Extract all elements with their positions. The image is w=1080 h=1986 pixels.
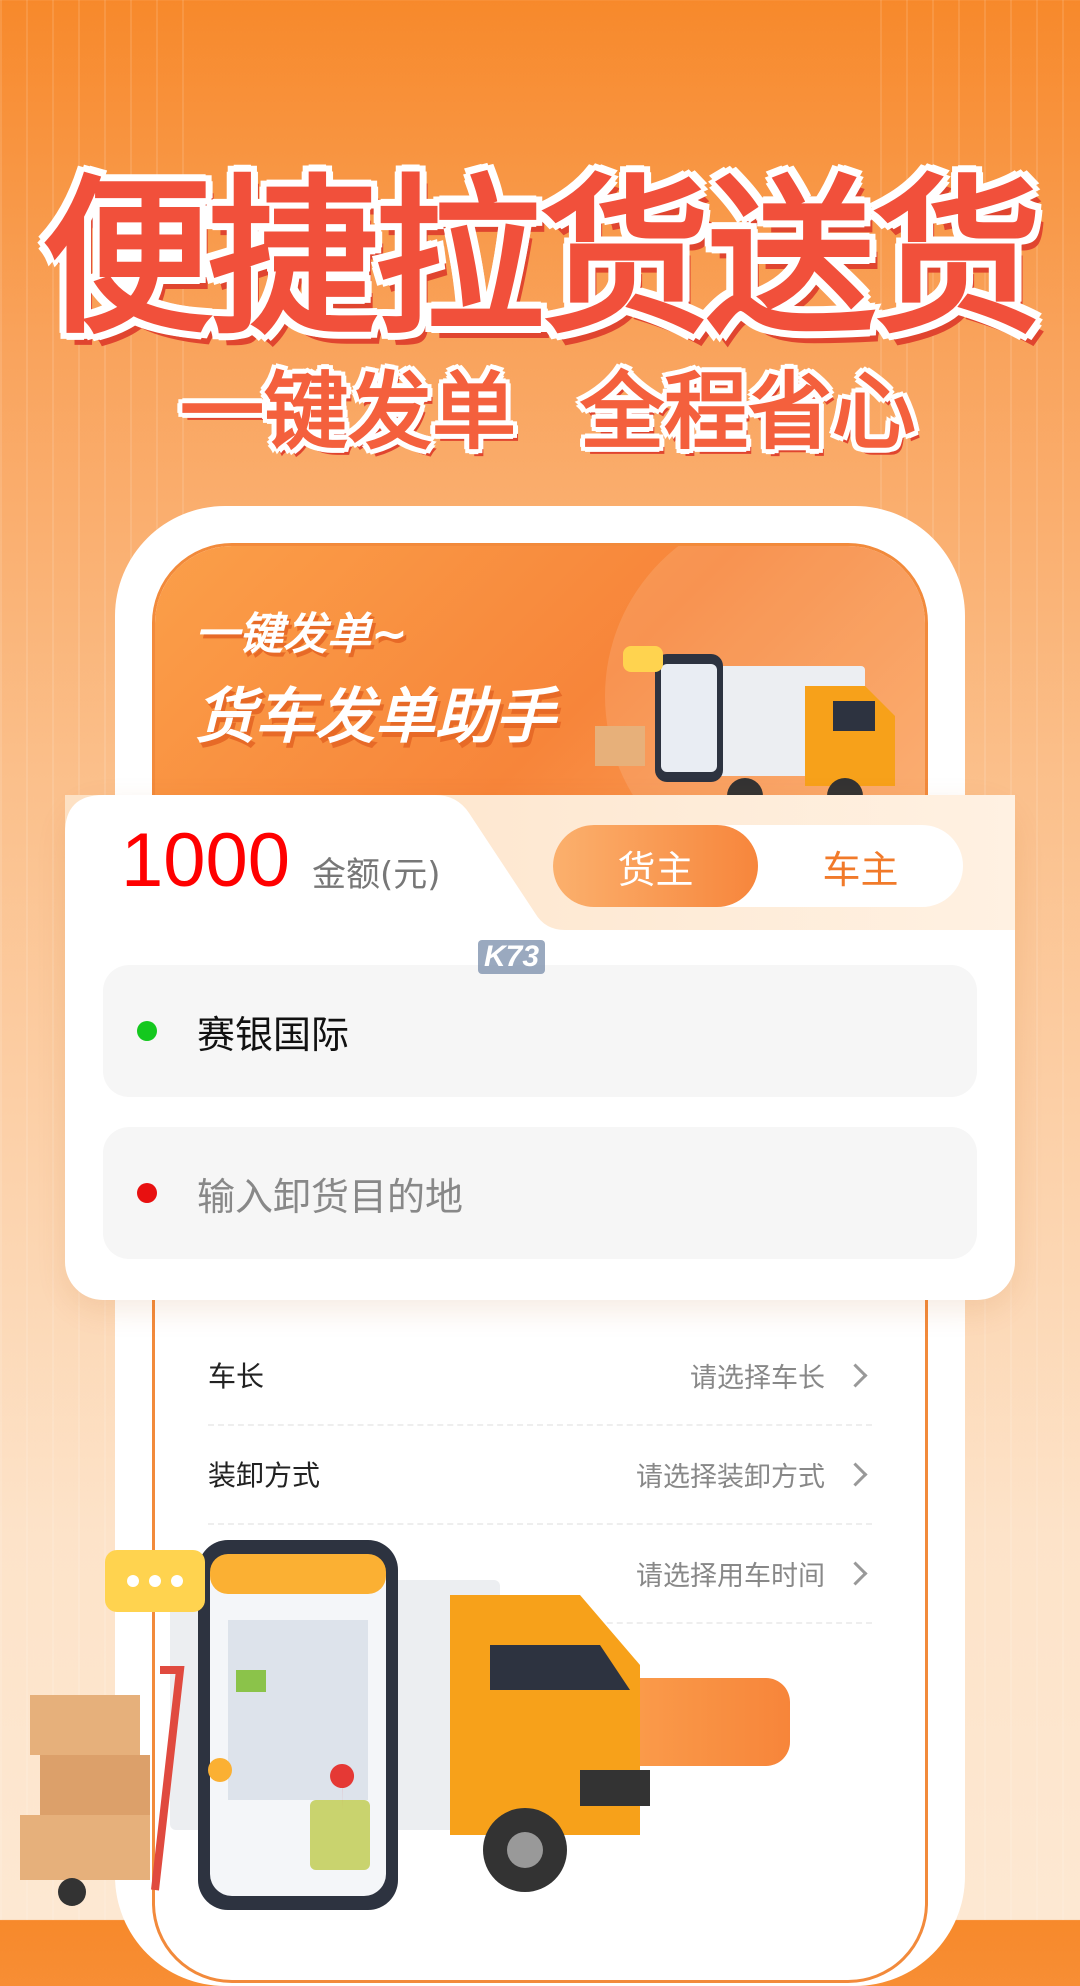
chevron-right-icon [843, 1362, 868, 1388]
destination-dot-icon [137, 1183, 157, 1203]
form-label: 装卸方式 [208, 1459, 321, 1492]
amount-value: 1000 [121, 818, 291, 903]
chevron-right-icon [843, 1560, 868, 1586]
destination-placeholder: 输入卸货目的地 [197, 1174, 464, 1219]
banner-line2: 货车发单助手 [195, 682, 555, 752]
delivery-truck-illustration [20, 1540, 650, 1910]
hero-title: 便捷拉货送货 [41, 160, 1042, 358]
form-value: 请选择装卸方式 [636, 1461, 825, 1493]
watermark-logo: K73 [478, 940, 546, 974]
destination-field[interactable]: 输入卸货目的地 [103, 1127, 977, 1259]
form-value: 请选择车长 [690, 1362, 825, 1394]
amount-label: 金额(元) [312, 855, 441, 895]
role-tab-shipper[interactable]: 货主 [553, 825, 758, 907]
promo-banner: 一键发单~ 货车发单助手 [155, 546, 925, 886]
form-label: 车长 [208, 1360, 265, 1393]
role-switch: 货主 车主 [553, 825, 963, 907]
banner-line1: 一键发单~ [195, 609, 408, 660]
origin-text: 赛银国际 [197, 1012, 350, 1057]
form-row-vehicle-length[interactable]: 车长 请选择车长 [208, 1326, 872, 1426]
role-tab-driver[interactable]: 车主 [758, 825, 963, 907]
chevron-right-icon [843, 1461, 868, 1487]
origin-dot-icon [137, 1021, 157, 1041]
hero-subtitle-left: 一键发单 [180, 363, 517, 461]
origin-field[interactable]: 赛银国际 [103, 965, 977, 1097]
order-card: 1000 金额(元) 货主 车主 赛银国际 输入卸货目的地 [65, 795, 1015, 1300]
form-row-loading-method[interactable]: 装卸方式 请选择装卸方式 [208, 1425, 872, 1525]
hero-subtitle-right: 全程省心 [580, 363, 917, 461]
